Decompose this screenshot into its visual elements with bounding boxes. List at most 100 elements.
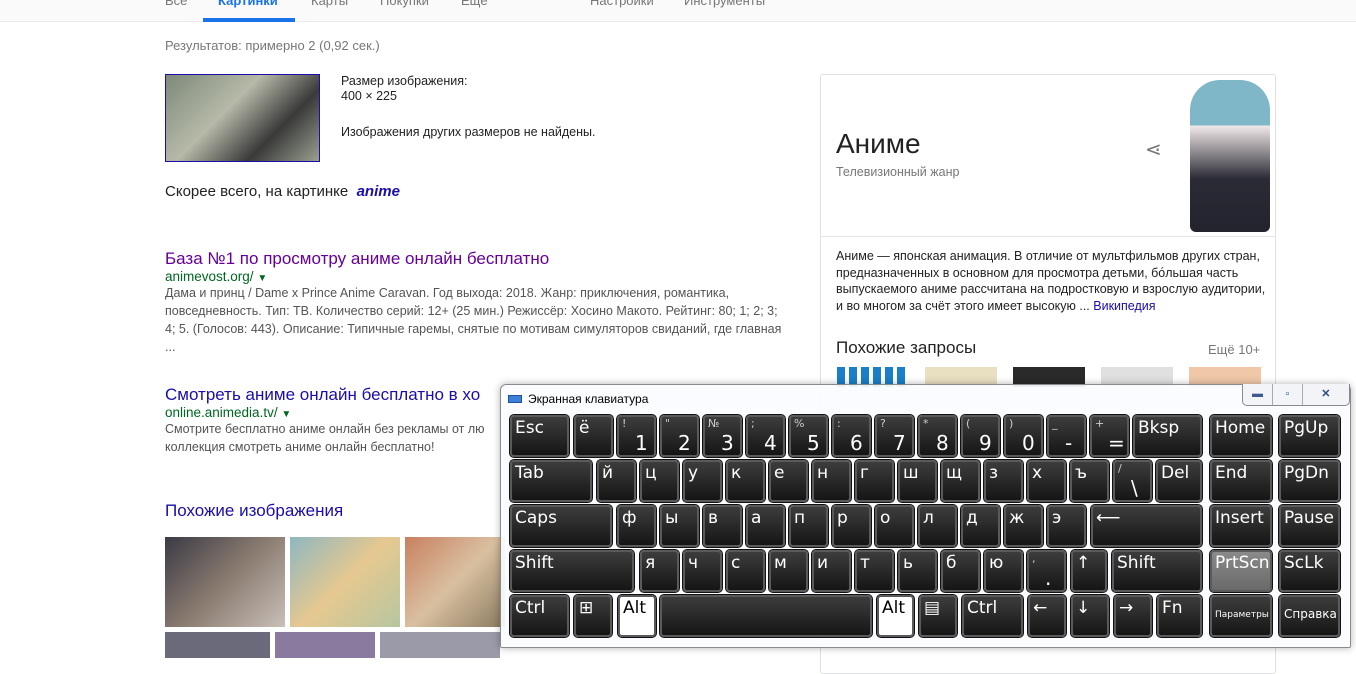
key-.[interactable]: ,. (1026, 549, 1067, 593)
key-space[interactable] (659, 594, 873, 638)
key-alt[interactable]: Alt (876, 594, 915, 638)
key-alt[interactable]: Alt (617, 594, 657, 638)
wikipedia-link[interactable]: Википедия (1093, 299, 1155, 313)
key-ю[interactable]: ю (983, 549, 1024, 593)
share-icon[interactable]: ⋖ (1145, 137, 1162, 162)
key-ы[interactable]: ы (659, 504, 700, 548)
key-и[interactable]: и (811, 549, 852, 593)
close-button[interactable]: ✕ (1303, 384, 1349, 405)
key-7[interactable]: ? 7 (874, 414, 915, 458)
tab-maps[interactable]: Карты (311, 0, 348, 8)
key-⊞[interactable]: ⊞ (573, 594, 613, 638)
similar-image[interactable] (165, 632, 270, 658)
key-\[interactable]: / \ (1112, 459, 1153, 503)
key-о[interactable]: о (874, 504, 915, 548)
key-к[interactable]: к (725, 459, 766, 503)
key-6[interactable]: :6 (831, 414, 872, 458)
key-fn[interactable]: Fn (1156, 594, 1203, 638)
key-pgup[interactable]: PgUp (1278, 414, 1341, 458)
similar-images-heading[interactable]: Похожие изображения (165, 501, 343, 521)
key-caps[interactable]: Caps (509, 504, 613, 548)
key-insert[interactable]: Insert (1209, 504, 1273, 548)
key-↓[interactable]: ↓ (1070, 594, 1110, 638)
similar-image[interactable] (275, 632, 375, 658)
key-ж[interactable]: ж (1003, 504, 1044, 548)
key-9[interactable]: (9 (960, 414, 1001, 458)
key-4[interactable]: ; 4 (745, 414, 786, 458)
key-del[interactable]: Del (1155, 459, 1203, 503)
dropdown-arrow-icon[interactable]: ▼ (281, 409, 291, 420)
key-1[interactable]: ! 1 (616, 414, 657, 458)
key-⟵[interactable]: ⟵ (1090, 504, 1203, 548)
key-ш[interactable]: ш (897, 459, 938, 503)
key--[interactable]: _ - (1046, 414, 1087, 458)
key-з[interactable]: з (983, 459, 1024, 503)
key-ъ[interactable]: ъ (1069, 459, 1110, 503)
tab-settings[interactable]: Настройки (590, 0, 654, 8)
key-п[interactable]: п (788, 504, 829, 548)
key-э[interactable]: э (1046, 504, 1087, 548)
tab-all[interactable]: Все (165, 0, 187, 8)
key-tab[interactable]: Tab (509, 459, 593, 503)
key-е[interactable]: е (768, 459, 809, 503)
key-sclk[interactable]: ScLk (1278, 549, 1341, 593)
key-л[interactable]: л (917, 504, 958, 548)
key-▤[interactable]: ▤ (918, 594, 958, 638)
similar-image[interactable] (165, 537, 285, 627)
key-pause[interactable]: Pause (1278, 504, 1341, 548)
similar-image[interactable] (380, 632, 500, 658)
key-а[interactable]: а (745, 504, 786, 548)
key-esc[interactable]: Esc (509, 414, 570, 458)
key-8[interactable]: * 8 (917, 414, 958, 458)
key-→[interactable]: → (1113, 594, 1153, 638)
key-3[interactable]: № 3 (702, 414, 743, 458)
result-url[interactable]: online.animedia.tv/ ▼ (165, 405, 490, 420)
key-←[interactable]: ← (1027, 594, 1067, 638)
key-я[interactable]: я (639, 549, 680, 593)
key-в[interactable]: в (702, 504, 743, 548)
key-с[interactable]: с (725, 549, 766, 593)
key-↑[interactable]: ↑ (1070, 549, 1108, 593)
key-ctrl[interactable]: Ctrl (961, 594, 1024, 638)
best-guess-link[interactable]: anime (357, 183, 400, 200)
result-title-link[interactable]: База №1 по просмотру аниме онлайн беспла… (165, 249, 785, 269)
tab-shopping[interactable]: Покупки (380, 0, 429, 8)
key-х[interactable]: х (1026, 459, 1067, 503)
key-ё[interactable]: ё (573, 414, 614, 458)
key-ctrl[interactable]: Ctrl (509, 594, 570, 638)
key-pgdn[interactable]: PgDn (1278, 459, 1341, 503)
key-home[interactable]: Home (1209, 414, 1273, 458)
similar-image[interactable] (405, 537, 505, 627)
result-title-link[interactable]: Смотреть аниме онлайн бесплатно в хо (165, 385, 490, 405)
key-prtscn[interactable]: PrtScn (1209, 549, 1273, 593)
key-end[interactable]: End (1209, 459, 1273, 503)
key-параметры[interactable]: Параметры (1209, 594, 1273, 638)
key-т[interactable]: т (854, 549, 895, 593)
similar-image[interactable] (290, 537, 400, 627)
key-б[interactable]: б (940, 549, 981, 593)
knowledge-image[interactable] (1190, 80, 1270, 232)
key-=[interactable]: + = (1089, 414, 1130, 458)
key-shift[interactable]: Shift (509, 549, 635, 593)
key-й[interactable]: й (596, 459, 637, 503)
key-2[interactable]: " 2 (659, 414, 700, 458)
key-щ[interactable]: щ (940, 459, 981, 503)
key-ч[interactable]: ч (682, 549, 723, 593)
minimize-button[interactable]: ▬ (1243, 384, 1273, 405)
tab-more[interactable]: Ещё (461, 0, 488, 8)
more-related-link[interactable]: Ещё 10+ (1208, 342, 1260, 357)
key-г[interactable]: г (854, 459, 895, 503)
key-ц[interactable]: ц (639, 459, 680, 503)
key-ф[interactable]: ф (616, 504, 657, 548)
key-ь[interactable]: ь (897, 549, 938, 593)
maximize-button[interactable]: ▫ (1273, 384, 1303, 405)
result-url[interactable]: animevost.org/ ▼ (165, 269, 785, 284)
key-0[interactable]: ) 0 (1003, 414, 1044, 458)
key-shift[interactable]: Shift (1111, 549, 1203, 593)
key-н[interactable]: н (811, 459, 852, 503)
tab-images[interactable]: Картинки (218, 0, 278, 8)
key-р[interactable]: р (831, 504, 872, 548)
dropdown-arrow-icon[interactable]: ▼ (257, 273, 267, 284)
query-image-thumbnail[interactable] (165, 74, 320, 162)
key-д[interactable]: д (960, 504, 1001, 548)
